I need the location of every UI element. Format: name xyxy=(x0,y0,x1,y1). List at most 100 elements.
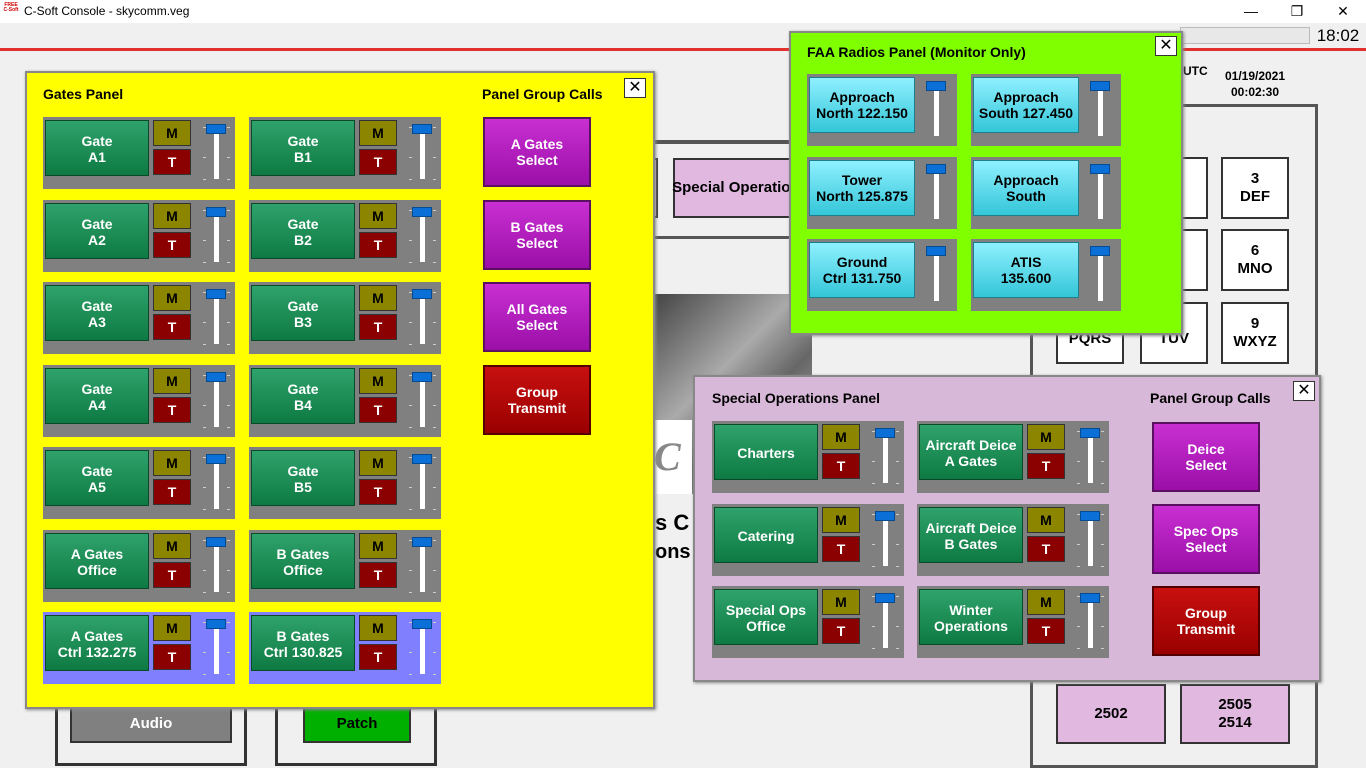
slider-knob[interactable] xyxy=(1080,510,1100,521)
transmit-button[interactable]: T xyxy=(1027,453,1065,479)
channel-select-button[interactable]: Aircraft Deice B Gates xyxy=(919,506,1023,563)
transmit-button[interactable]: T xyxy=(153,479,191,505)
slider-knob[interactable] xyxy=(412,289,432,299)
volume-slider[interactable] xyxy=(1085,243,1117,305)
monitor-button[interactable]: M xyxy=(822,589,860,615)
transmit-button[interactable]: T xyxy=(153,644,191,670)
monitor-button[interactable]: M xyxy=(359,450,397,476)
channel-select-button[interactable]: Gate A5 xyxy=(45,450,149,506)
slider-knob[interactable] xyxy=(206,536,226,547)
transmit-button[interactable]: T xyxy=(359,396,397,423)
slider-knob[interactable] xyxy=(206,289,226,299)
monitor-button[interactable]: M xyxy=(153,285,191,311)
slider-knob[interactable] xyxy=(412,454,432,464)
console-2502-button[interactable]: 2502 xyxy=(1056,684,1166,744)
transmit-button[interactable]: T xyxy=(359,644,397,670)
slider-knob[interactable] xyxy=(206,124,226,134)
volume-slider[interactable] xyxy=(407,286,439,348)
volume-slider[interactable] xyxy=(201,204,233,266)
volume-slider[interactable] xyxy=(407,121,439,183)
channel-select-button[interactable]: Gate A1 xyxy=(45,120,149,176)
radio-select-button[interactable]: Ground Ctrl 131.750 xyxy=(809,242,915,298)
group-select-button[interactable]: A Gates Select xyxy=(483,117,591,187)
channel-select-button[interactable]: Gate A4 xyxy=(45,367,149,424)
slider-knob[interactable] xyxy=(1090,246,1110,256)
slider-knob[interactable] xyxy=(875,428,895,438)
transmit-button[interactable]: T xyxy=(153,149,191,175)
close-icon[interactable]: ✕ xyxy=(1293,381,1315,401)
monitor-button[interactable]: M xyxy=(153,615,191,641)
volume-slider[interactable] xyxy=(1085,161,1117,223)
console-2505-button[interactable]: 2505 2514 xyxy=(1180,684,1290,744)
volume-slider[interactable] xyxy=(407,204,439,266)
patch-button[interactable]: Patch xyxy=(303,705,411,743)
monitor-button[interactable]: M xyxy=(359,202,397,229)
radio-select-button[interactable]: Approach South 127.450 xyxy=(973,77,1079,133)
radio-select-button[interactable]: Approach North 122.150 xyxy=(809,77,915,133)
transmit-button[interactable]: T xyxy=(359,314,397,340)
transmit-button[interactable]: T xyxy=(359,149,397,175)
volume-slider[interactable] xyxy=(201,369,233,431)
keypad-3[interactable]: 3 DEF xyxy=(1221,157,1289,219)
volume-slider[interactable] xyxy=(1075,590,1107,652)
volume-slider[interactable] xyxy=(407,616,439,678)
radio-select-button[interactable]: ATIS 135.600 xyxy=(973,242,1079,298)
volume-slider[interactable] xyxy=(1085,78,1117,140)
volume-slider[interactable] xyxy=(201,121,233,183)
special-operations-tab[interactable]: Special Operations xyxy=(672,158,808,218)
channel-select-button[interactable]: A Gates Office xyxy=(45,532,149,589)
monitor-button[interactable]: M xyxy=(1027,589,1065,615)
monitor-button[interactable]: M xyxy=(359,532,397,559)
slider-knob[interactable] xyxy=(412,124,432,134)
channel-select-button[interactable]: Aircraft Deice A Gates xyxy=(919,424,1023,480)
transmit-button[interactable]: T xyxy=(822,535,860,562)
volume-slider[interactable] xyxy=(201,534,233,596)
close-window-button[interactable]: ✕ xyxy=(1320,0,1366,23)
slider-knob[interactable] xyxy=(1080,428,1100,438)
slider-knob[interactable] xyxy=(1080,593,1100,603)
channel-select-button[interactable]: Catering xyxy=(714,506,818,563)
radio-select-button[interactable]: Approach South xyxy=(973,159,1079,216)
channel-select-button[interactable]: Gate B5 xyxy=(251,450,355,506)
slider-knob[interactable] xyxy=(412,619,432,629)
transmit-button[interactable]: T xyxy=(822,453,860,479)
monitor-button[interactable]: M xyxy=(153,120,191,146)
slider-knob[interactable] xyxy=(206,371,226,382)
keypad-9[interactable]: 9 WXYZ xyxy=(1221,302,1289,364)
channel-select-button[interactable]: Gate B3 xyxy=(251,285,355,341)
keypad-6[interactable]: 6 MNO xyxy=(1221,229,1289,291)
transmit-button[interactable]: T xyxy=(1027,618,1065,644)
channel-select-button[interactable]: B Gates Ctrl 130.825 xyxy=(251,615,355,671)
slider-knob[interactable] xyxy=(412,371,432,382)
audio-button[interactable]: Audio xyxy=(70,705,232,743)
channel-select-button[interactable]: Gate B1 xyxy=(251,120,355,176)
volume-slider[interactable] xyxy=(407,451,439,513)
volume-slider[interactable] xyxy=(870,425,902,487)
radio-select-button[interactable]: Tower North 125.875 xyxy=(809,159,915,216)
monitor-button[interactable]: M xyxy=(359,367,397,394)
monitor-button[interactable]: M xyxy=(153,202,191,229)
monitor-button[interactable]: M xyxy=(822,506,860,533)
slider-knob[interactable] xyxy=(926,163,946,174)
transmit-button[interactable]: T xyxy=(153,314,191,340)
monitor-button[interactable]: M xyxy=(153,367,191,394)
transmit-button[interactable]: T xyxy=(1027,535,1065,562)
transmit-button[interactable]: T xyxy=(153,396,191,423)
volume-slider[interactable] xyxy=(1075,425,1107,487)
volume-slider[interactable] xyxy=(921,161,953,223)
group-select-button[interactable]: B Gates Select xyxy=(483,199,591,270)
monitor-button[interactable]: M xyxy=(153,532,191,559)
transmit-button[interactable]: T xyxy=(822,618,860,644)
channel-select-button[interactable]: Gate B2 xyxy=(251,202,355,259)
channel-select-button[interactable]: A Gates Ctrl 132.275 xyxy=(45,615,149,671)
slider-knob[interactable] xyxy=(206,454,226,464)
volume-slider[interactable] xyxy=(407,369,439,431)
group-transmit-button[interactable]: Group Transmit xyxy=(1152,586,1260,656)
channel-select-button[interactable]: Gate A2 xyxy=(45,202,149,259)
group-select-button[interactable]: Spec Ops Select xyxy=(1152,504,1260,574)
slider-knob[interactable] xyxy=(206,206,226,217)
volume-slider[interactable] xyxy=(870,508,902,570)
volume-slider[interactable] xyxy=(1075,508,1107,570)
group-select-button[interactable]: All Gates Select xyxy=(483,282,591,352)
transmit-button[interactable]: T xyxy=(359,231,397,258)
